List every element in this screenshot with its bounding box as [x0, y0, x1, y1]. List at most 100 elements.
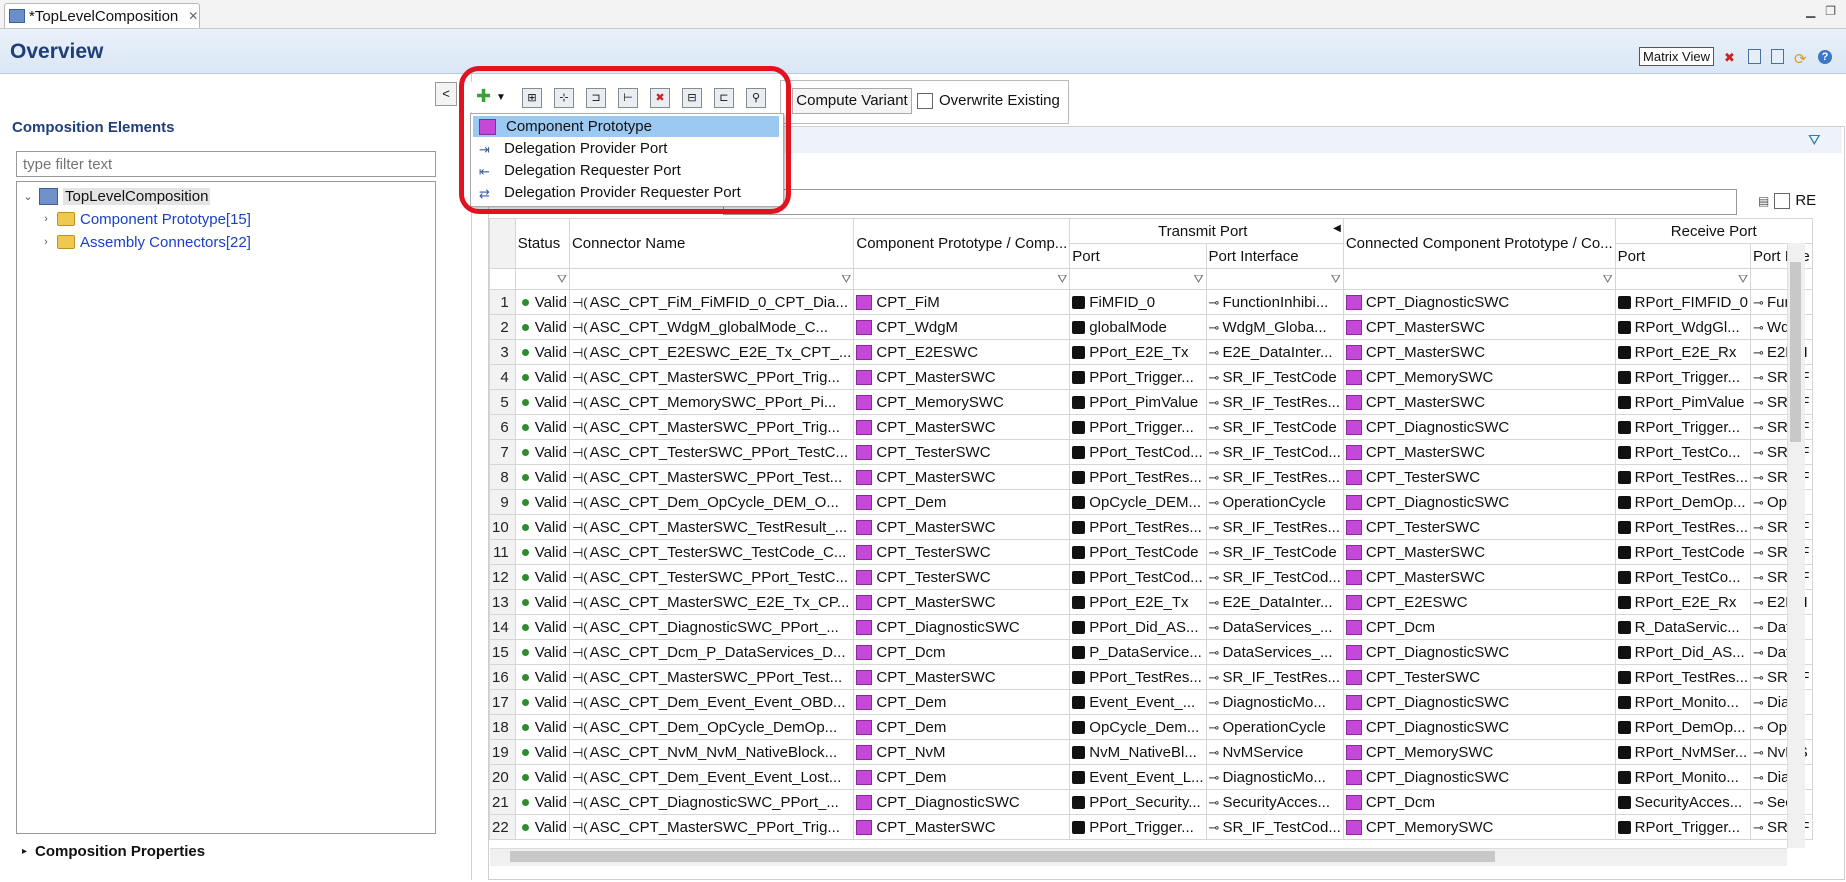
filter-funnel-icon[interactable]: ⛛ — [1342, 268, 1616, 290]
compute-variant-button[interactable]: Compute Variant — [792, 88, 912, 114]
connector-name-cell: ⊣(ASC_CPT_Dem_OpCycle_DEM_O... — [568, 489, 855, 515]
receive-port-name: RPort_NvMSer... — [1634, 743, 1748, 761]
tree-item-component-prototype[interactable]: › Component Prototype[15] — [40, 208, 251, 230]
overwrite-existing-checkbox[interactable] — [917, 92, 933, 109]
connected-component-name: CPT_Dcm — [1365, 618, 1436, 636]
filter-funnel-icon[interactable]: ⛛ — [1614, 268, 1752, 290]
sync-icon[interactable]: ⟳ — [1794, 50, 1808, 68]
expand-down-icon[interactable]: ⌄ — [22, 190, 34, 203]
table-row[interactable]: 11 Valid ⊣(ASC_CPT_TesterSWC_TestCode_C...… — [489, 539, 1813, 565]
transmit-interface-cell: ⊸ DiagnosticMo... — [1205, 764, 1344, 790]
clear-filter-icon[interactable]: ▤ — [1758, 194, 1769, 208]
tree-item-assembly-connectors[interactable]: › Assembly Connectors[22] — [40, 231, 251, 253]
transmit-interface-name: DataServices_... — [1222, 643, 1333, 661]
minimize-icon[interactable]: ▁ — [1806, 4, 1815, 18]
table-row[interactable]: 3 Valid ⊣(ASC_CPT_E2ESWC_E2E_Tx_CPT_... CPT… — [489, 339, 1813, 365]
validate-icon[interactable] — [1748, 49, 1761, 64]
column-header-status[interactable]: Status — [514, 218, 570, 269]
status-text: Valid — [534, 468, 567, 486]
connector-name: ASC_CPT_MasterSWC_PPort_Trig... — [589, 368, 840, 386]
table-row[interactable]: 9 Valid ⊣(ASC_CPT_Dem_OpCycle_DEM_O... CPT_… — [489, 489, 1813, 515]
interface-icon: ⊸ — [1208, 419, 1220, 435]
column-header-component-prototype[interactable]: Component Prototype / Comp... — [853, 218, 1071, 269]
close-red-icon[interactable]: ✖ — [1724, 50, 1738, 65]
table-row[interactable]: 6 Valid ⊣(ASC_CPT_MasterSWC_PPort_Trig... C… — [489, 414, 1813, 440]
status-text: Valid — [534, 518, 567, 536]
group-header-transmit-port[interactable]: Transmit Port ◀ — [1069, 218, 1344, 244]
table-search-field[interactable] — [723, 189, 1737, 215]
table-row[interactable]: 7 Valid ⊣(ASC_CPT_TesterSWC_PPort_TestC...… — [489, 439, 1813, 465]
matrix-view-button[interactable]: Matrix View — [1639, 47, 1714, 66]
table-row[interactable]: 19 Valid ⊣(ASC_CPT_NvM_NvM_NativeBlock... C… — [489, 739, 1813, 765]
table-row[interactable]: 18 Valid ⊣(ASC_CPT_Dem_OpCycle_DemOp... CPT… — [489, 714, 1813, 740]
status-cell: Valid — [514, 414, 570, 440]
table-row[interactable]: 5 Valid ⊣(ASC_CPT_MemorySWC_PPort_Pi... CPT… — [489, 389, 1813, 415]
editor-tab[interactable]: *TopLevelComposition ✕ — [4, 3, 200, 28]
component-prototype-cell: CPT_MasterSWC — [853, 514, 1071, 540]
close-icon[interactable]: ✕ — [188, 9, 198, 23]
status-cell: Valid — [514, 664, 570, 690]
swc-icon — [1345, 370, 1362, 386]
filter-funnel-icon[interactable]: ⛛ — [1808, 132, 1821, 149]
status-cell: Valid — [514, 539, 570, 565]
connector-name: ASC_CPT_Dem_OpCycle_DemOp... — [589, 718, 838, 736]
column-header-transmit-port[interactable]: Port — [1069, 243, 1207, 269]
table-row[interactable]: 8 Valid ⊣(ASC_CPT_MasterSWC_PPort_Test... C… — [489, 464, 1813, 490]
column-header-receive-port[interactable]: Port — [1614, 243, 1752, 269]
transmit-interface-name: E2E_DataInter... — [1222, 593, 1333, 611]
collapse-left-icon[interactable]: ◀ — [1333, 223, 1341, 234]
receive-port-cell: SecurityAcces... — [1614, 789, 1752, 815]
header-toolbar: Matrix View ✖ ⟳ ? — [1639, 47, 1832, 68]
valid-status-icon — [521, 549, 529, 557]
tree-item-root[interactable]: ⌄ TopLevelComposition — [22, 185, 211, 207]
connector-icon: ⊣( — [571, 594, 588, 610]
filter-funnel-icon[interactable]: ⛛ — [514, 268, 570, 290]
column-header-connected-component[interactable]: Connected Component Prototype / Co... — [1342, 218, 1616, 269]
table-row[interactable]: 10 Valid ⊣(ASC_CPT_MasterSWC_TestResult_..… — [489, 514, 1813, 540]
filter-funnel-icon[interactable]: ⛛ — [1069, 268, 1207, 290]
transmit-port-cell: PPort_TestRes... — [1069, 664, 1207, 690]
export-icon[interactable] — [1771, 49, 1784, 64]
swc-icon — [856, 470, 873, 486]
collapse-panel-button[interactable]: < — [435, 82, 457, 106]
table-row[interactable]: 16 Valid ⊣(ASC_CPT_MasterSWC_PPort_Test...… — [489, 664, 1813, 690]
table-row[interactable]: 1 Valid ⊣(ASC_CPT_FiM_FiMFID_0_CPT_Dia... C… — [489, 289, 1813, 315]
connector-icon: ⊣( — [571, 544, 588, 560]
composition-properties-section[interactable]: ▸ Composition Properties — [22, 843, 205, 860]
connector-icon: ⊣( — [571, 519, 588, 535]
filter-funnel-icon[interactable]: ⛛ — [568, 268, 855, 290]
connected-component-cell: CPT_DiagnosticSWC — [1342, 689, 1616, 715]
filter-input[interactable] — [16, 151, 436, 177]
table-row[interactable]: 20 Valid ⊣(ASC_CPT_Dem_Event_Event_Lost...… — [489, 764, 1813, 790]
table-row[interactable]: 2 Valid ⊣(ASC_CPT_WdgM_globalMode_C... CPT_… — [489, 314, 1813, 340]
table-row[interactable]: 4 Valid ⊣(ASC_CPT_MasterSWC_PPort_Trig... C… — [489, 364, 1813, 390]
transmit-interface-cell: ⊸ FunctionInhibi... — [1205, 289, 1344, 315]
vertical-scroll-thumb[interactable] — [1790, 262, 1801, 442]
help-icon[interactable]: ? — [1818, 49, 1832, 64]
table-row[interactable]: 17 Valid ⊣(ASC_CPT_Dem_Event_Event_OBD... C… — [489, 689, 1813, 715]
column-header-transmit-port-interface[interactable]: Port Interface — [1205, 243, 1344, 269]
swc-icon — [1345, 470, 1362, 486]
filter-funnel-icon[interactable]: ⛛ — [1205, 268, 1344, 290]
horizontal-scroll-thumb[interactable] — [510, 851, 1495, 862]
connected-component-name: CPT_MasterSWC — [1365, 543, 1486, 561]
connector-name: ASC_CPT_FiM_FiMFID_0_CPT_Dia... — [589, 293, 848, 311]
connector-name: ASC_CPT_Dem_Event_Event_Lost... — [589, 768, 842, 786]
transmit-interface-name: DiagnosticMo... — [1222, 693, 1326, 711]
table-row[interactable]: 14 Valid ⊣(ASC_CPT_DiagnosticSWC_PPort_...… — [489, 614, 1813, 640]
chevron-right-icon[interactable]: › — [40, 213, 52, 225]
table-row[interactable]: 15 Valid ⊣(ASC_CPT_Dcm_P_DataServices_D...… — [489, 639, 1813, 665]
connected-component-name: CPT_E2ESWC — [1365, 593, 1468, 611]
connector-name-cell: ⊣(ASC_CPT_NvM_NvM_NativeBlock... — [568, 739, 855, 765]
re-checkbox[interactable] — [1774, 192, 1791, 209]
column-header-connector-name[interactable]: Connector Name — [568, 218, 855, 269]
restore-icon[interactable]: ❐ — [1825, 4, 1836, 18]
chevron-right-icon[interactable]: › — [40, 236, 52, 248]
table-row[interactable]: 13 Valid ⊣(ASC_CPT_MasterSWC_E2E_Tx_CP... C… — [489, 589, 1813, 615]
table-row[interactable]: 12 Valid ⊣(ASC_CPT_TesterSWC_PPort_TestC..… — [489, 564, 1813, 590]
filter-funnel-icon[interactable]: ⛛ — [853, 268, 1071, 290]
group-header-receive-port[interactable]: Receive Port — [1614, 218, 1813, 244]
table-row[interactable]: 21 Valid ⊣(ASC_CPT_DiagnosticSWC_PPort_...… — [489, 789, 1813, 815]
table-row[interactable]: 22 Valid ⊣(ASC_CPT_MasterSWC_PPort_Trig...… — [489, 814, 1813, 840]
status-text: Valid — [534, 568, 567, 586]
